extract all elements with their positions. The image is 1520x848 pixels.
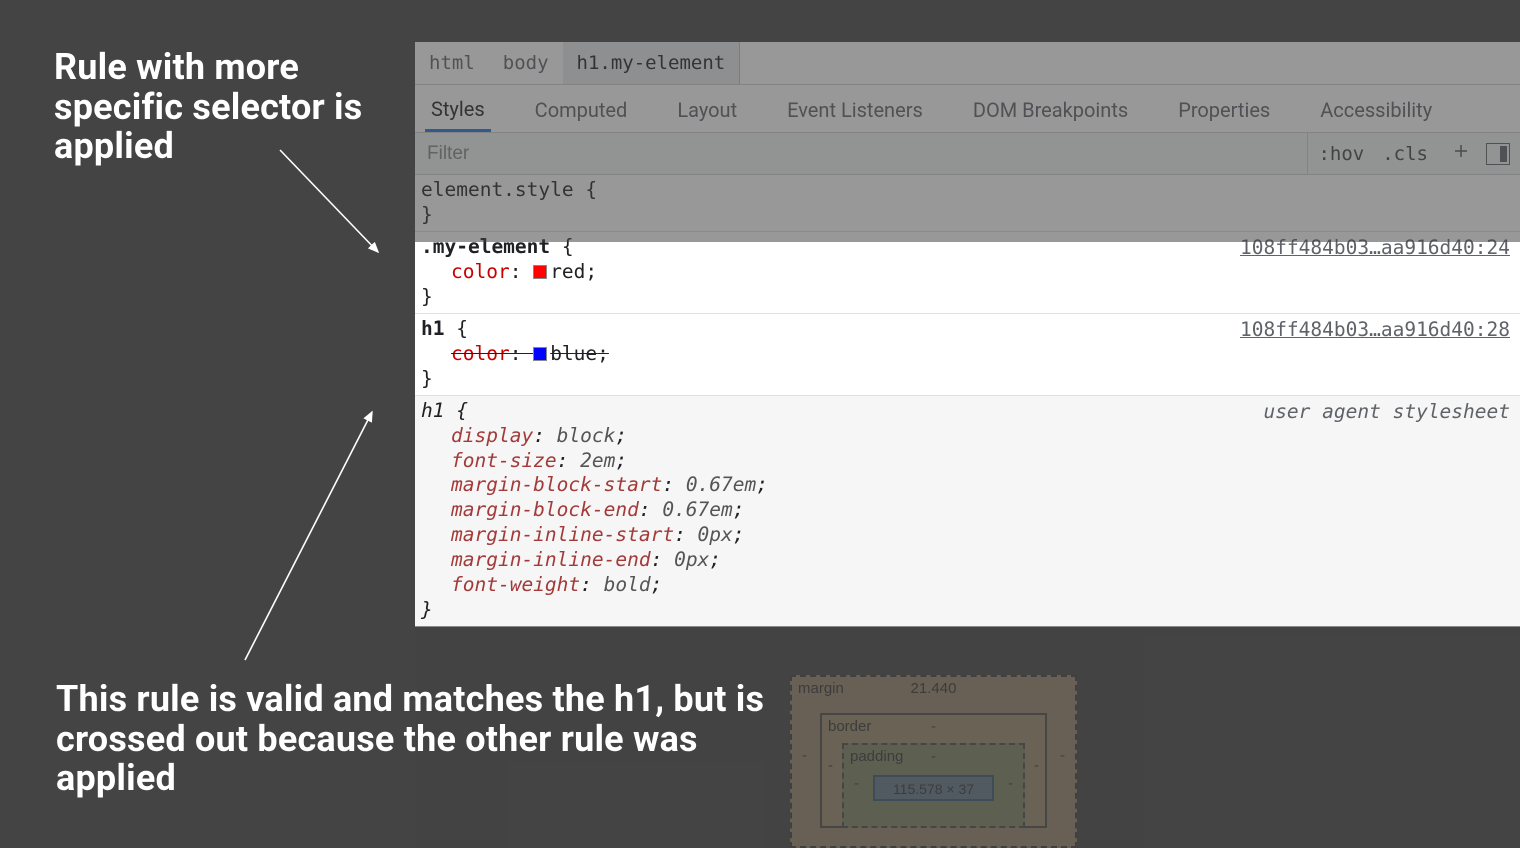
property-name: color bbox=[451, 260, 510, 283]
panel-toggle-icon bbox=[1500, 146, 1507, 162]
margin-top-value: 21.440 bbox=[911, 680, 957, 697]
tab-computed[interactable]: Computed bbox=[529, 88, 634, 130]
padding-top-value: - bbox=[931, 748, 936, 765]
rule-h1[interactable]: 108ff484b03…aa916d40:28 h1 { color: blue… bbox=[415, 314, 1520, 396]
source-link[interactable]: 108ff484b03…aa916d40:28 bbox=[1240, 318, 1510, 343]
tabbar: Styles Computed Layout Event Listeners D… bbox=[415, 85, 1520, 133]
filter-bar: :hov .cls bbox=[415, 133, 1520, 175]
declaration: display: block; bbox=[421, 424, 1512, 449]
color-swatch[interactable] bbox=[533, 347, 547, 361]
rule-element-style[interactable]: element.style { } bbox=[415, 175, 1520, 232]
padding-left-value: - bbox=[854, 775, 859, 792]
padding-label: padding bbox=[850, 748, 903, 765]
arrow-up-icon bbox=[230, 400, 390, 670]
cls-toggle[interactable]: .cls bbox=[1374, 133, 1440, 174]
toggle-sidebar-button[interactable] bbox=[1486, 143, 1510, 165]
annotation-bottom: This rule is valid and matches the h1, b… bbox=[56, 680, 816, 799]
filter-input[interactable] bbox=[415, 133, 1307, 174]
style-rules: element.style { } 108ff484b03…aa916d40:2… bbox=[415, 175, 1520, 627]
declaration: font-weight: bold; bbox=[421, 573, 1512, 598]
declaration: margin-inline-start: 0px; bbox=[421, 523, 1512, 548]
selector: element.style { bbox=[421, 178, 1512, 203]
tab-styles[interactable]: Styles bbox=[425, 87, 491, 132]
close-brace: } bbox=[421, 367, 1512, 392]
tab-dom-breakpoints[interactable]: DOM Breakpoints bbox=[967, 88, 1134, 130]
border-label: border bbox=[828, 718, 871, 735]
border-top-value: - bbox=[931, 718, 936, 735]
close-brace: } bbox=[421, 203, 1512, 228]
box-model-diagram: margin 21.440 - - border - - - padding -… bbox=[790, 675, 1077, 848]
border-right-value: - bbox=[1034, 757, 1039, 774]
property-value: red bbox=[550, 260, 585, 283]
property-name: color bbox=[451, 342, 510, 365]
tab-accessibility[interactable]: Accessibility bbox=[1314, 88, 1438, 130]
new-style-rule-button[interactable] bbox=[1440, 133, 1482, 174]
margin-right-value: - bbox=[1060, 747, 1065, 764]
close-brace: } bbox=[421, 285, 1512, 310]
rule-my-element[interactable]: 108ff484b03…aa916d40:24 .my-element { co… bbox=[415, 232, 1520, 314]
declaration: font-size: 2em; bbox=[421, 449, 1512, 474]
tab-event-listeners[interactable]: Event Listeners bbox=[781, 88, 929, 130]
tab-properties[interactable]: Properties bbox=[1172, 88, 1276, 130]
devtools-panel: html body h1.my-element Styles Computed … bbox=[415, 42, 1520, 627]
annotation-top: Rule with more specific selector is appl… bbox=[54, 48, 434, 167]
breadcrumb: html body h1.my-element bbox=[415, 42, 1520, 85]
close-brace: } bbox=[421, 598, 1512, 623]
declaration: margin-block-start: 0.67em; bbox=[421, 473, 1512, 498]
property-value: blue bbox=[550, 342, 597, 365]
rule-h1-user-agent: user agent stylesheet h1 { display: bloc… bbox=[415, 396, 1520, 628]
source-link[interactable]: 108ff484b03…aa916d40:24 bbox=[1240, 236, 1510, 261]
user-agent-label: user agent stylesheet bbox=[1263, 400, 1510, 425]
box-model-content: 115.578 × 37 bbox=[873, 775, 994, 801]
color-swatch[interactable] bbox=[533, 265, 547, 279]
padding-right-value: - bbox=[1008, 775, 1013, 792]
declaration: margin-inline-end: 0px; bbox=[421, 548, 1512, 573]
declaration[interactable]: color: red; bbox=[421, 260, 1512, 285]
declaration[interactable]: color: blue; bbox=[421, 342, 1512, 367]
border-left-value: - bbox=[828, 757, 833, 774]
hov-toggle[interactable]: :hov bbox=[1308, 133, 1374, 174]
breadcrumb-h1-my-element[interactable]: h1.my-element bbox=[563, 42, 741, 84]
breadcrumb-body[interactable]: body bbox=[489, 42, 563, 84]
declaration: margin-block-end: 0.67em; bbox=[421, 498, 1512, 523]
tab-layout[interactable]: Layout bbox=[671, 88, 743, 130]
plus-icon bbox=[1452, 142, 1470, 165]
